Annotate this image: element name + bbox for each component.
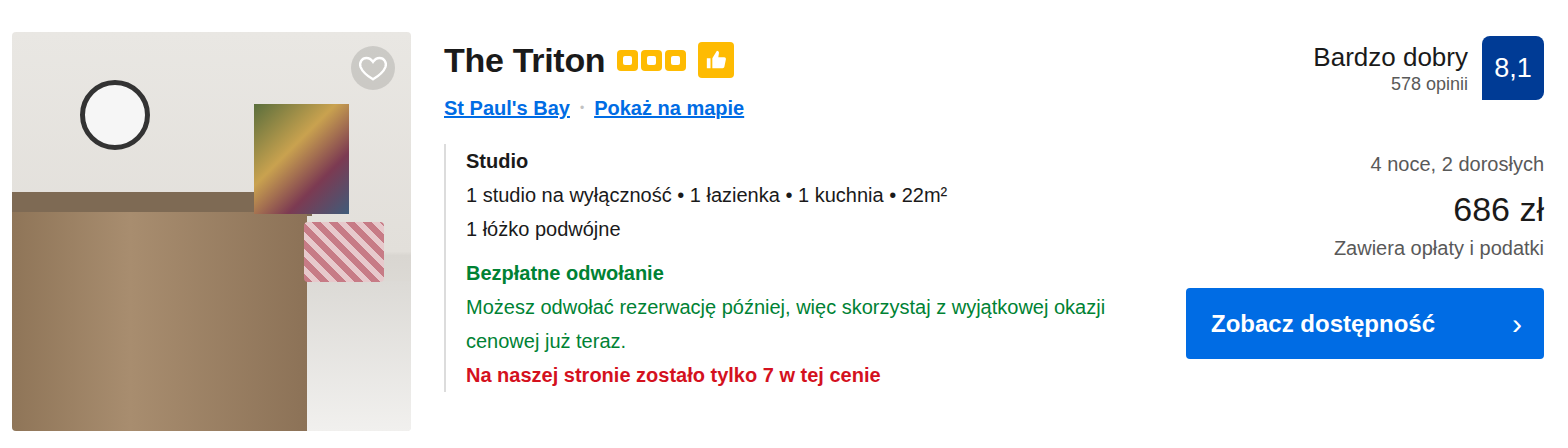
star-icon — [617, 50, 638, 71]
bed-info: 1 łóżko podwójne — [466, 212, 1124, 246]
review-count: 578 opinii — [1391, 72, 1468, 96]
price-panel: Bardzo dobry578 opinii8,14 noce, 2 doros… — [1186, 32, 1544, 359]
availability-note: Na naszej stronie zostało tylko 7 w tej … — [466, 358, 1124, 392]
link-separator: • — [580, 94, 584, 122]
room-details: Studio1 studio na wyłączność • 1 łazienk… — [444, 144, 1124, 392]
room-type: Studio — [466, 144, 1124, 178]
button-label: Zobacz dostępność — [1211, 310, 1435, 338]
review-score: 8,1 — [1482, 36, 1544, 100]
review-summary[interactable]: Bardzo dobry578 opinii8,1 — [1313, 36, 1544, 100]
review-text: Bardzo dobry578 opinii — [1313, 36, 1468, 96]
stay-info: 4 noce, 2 dorosłych — [1371, 150, 1544, 178]
favorite-button[interactable] — [351, 46, 395, 90]
hotel-info: The TritonSt Paul's Bay•Pokaż na mapieSt… — [444, 32, 1124, 392]
preferred-badge — [698, 42, 734, 78]
title-row: The Triton — [444, 38, 1124, 82]
price-note: Zawiera opłaty i podatki — [1334, 234, 1544, 262]
price-amount: 686 zł — [1453, 188, 1544, 230]
star-rating — [617, 50, 686, 71]
availability-button[interactable]: Zobacz dostępność › — [1186, 288, 1544, 359]
star-icon — [641, 50, 662, 71]
hotel-name[interactable]: The Triton — [444, 40, 605, 80]
chevron-icon: › — [1512, 307, 1522, 341]
room-features: 1 studio na wyłączność • 1 łazienka • 1 … — [466, 178, 1124, 212]
star-icon — [665, 50, 686, 71]
location-links: St Paul's Bay • Pokaż na mapie — [444, 94, 1124, 122]
cancellation-title: Bezpłatne odwołanie — [466, 256, 1124, 290]
map-link[interactable]: Pokaż na mapie — [594, 94, 744, 122]
thumbs-up-icon — [705, 49, 727, 71]
review-label: Bardzo dobry — [1313, 42, 1468, 72]
heart-icon — [357, 52, 389, 84]
cancellation-text: Możesz odwołać rezerwację później, więc … — [466, 290, 1106, 358]
hotel-photo[interactable] — [12, 32, 411, 431]
location-link[interactable]: St Paul's Bay — [444, 94, 570, 122]
